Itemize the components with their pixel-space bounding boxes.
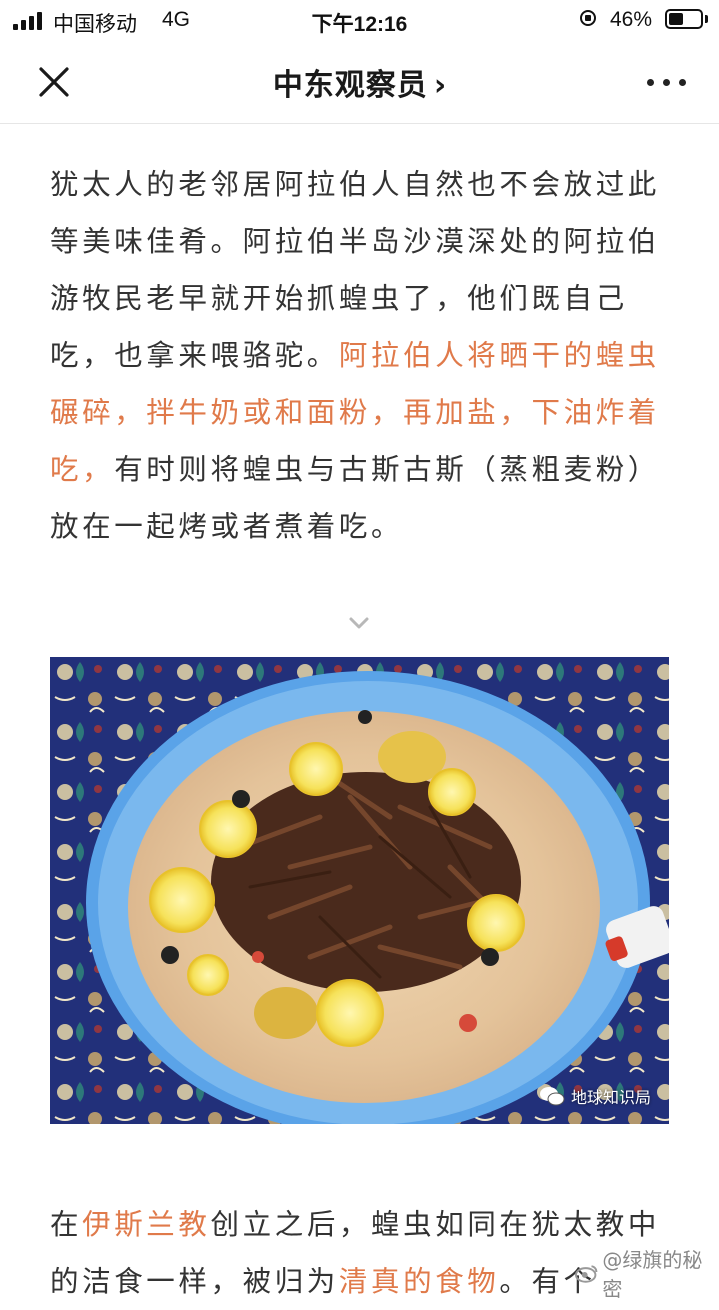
highlighted-text: 伊斯兰教 bbox=[82, 1208, 211, 1241]
account-title: 中东观察员 bbox=[272, 68, 428, 103]
more-icon bbox=[647, 79, 654, 86]
food-photo bbox=[50, 657, 669, 1124]
battery-percent: 46% bbox=[610, 8, 653, 31]
weibo-icon bbox=[575, 1265, 598, 1283]
battery-icon bbox=[665, 9, 703, 29]
wechat-icon bbox=[539, 1087, 565, 1106]
article-paragraph-1: 犹太人的老邻居阿拉伯人自然也不会放过此等美味佳肴。阿拉伯半岛沙漠深处的阿拉伯游牧… bbox=[50, 156, 675, 555]
account-title-link[interactable]: 中东观察员 › bbox=[0, 60, 719, 104]
highlighted-text: 清真的食物 bbox=[338, 1265, 500, 1298]
nav-bar: 中东观察员 › bbox=[0, 40, 719, 124]
chevron-right-icon: › bbox=[433, 68, 447, 103]
battery-level bbox=[669, 13, 683, 25]
status-bar: 中国移动 4G 下午12:16 46% bbox=[0, 0, 719, 40]
paragraph-text: 有时则将蝗虫与古斯古斯（蒸粗麦粉）放在一起烤或者煮着吃。 bbox=[50, 453, 660, 543]
watermark-text: 地球知识局 bbox=[570, 1088, 651, 1107]
battery-cap bbox=[705, 15, 708, 23]
article-image[interactable]: 地球知识局 bbox=[50, 657, 669, 1124]
image-watermark: 地球知识局 bbox=[539, 1084, 651, 1108]
weibo-watermark: @绿旗的秘密 bbox=[575, 1244, 719, 1302]
chevron-down-icon bbox=[349, 617, 369, 629]
weibo-watermark-text: @绿旗的秘密 bbox=[602, 1248, 703, 1301]
rotation-lock-icon bbox=[580, 10, 596, 26]
paragraph-text: 在 bbox=[50, 1208, 83, 1241]
more-button[interactable] bbox=[642, 62, 692, 102]
